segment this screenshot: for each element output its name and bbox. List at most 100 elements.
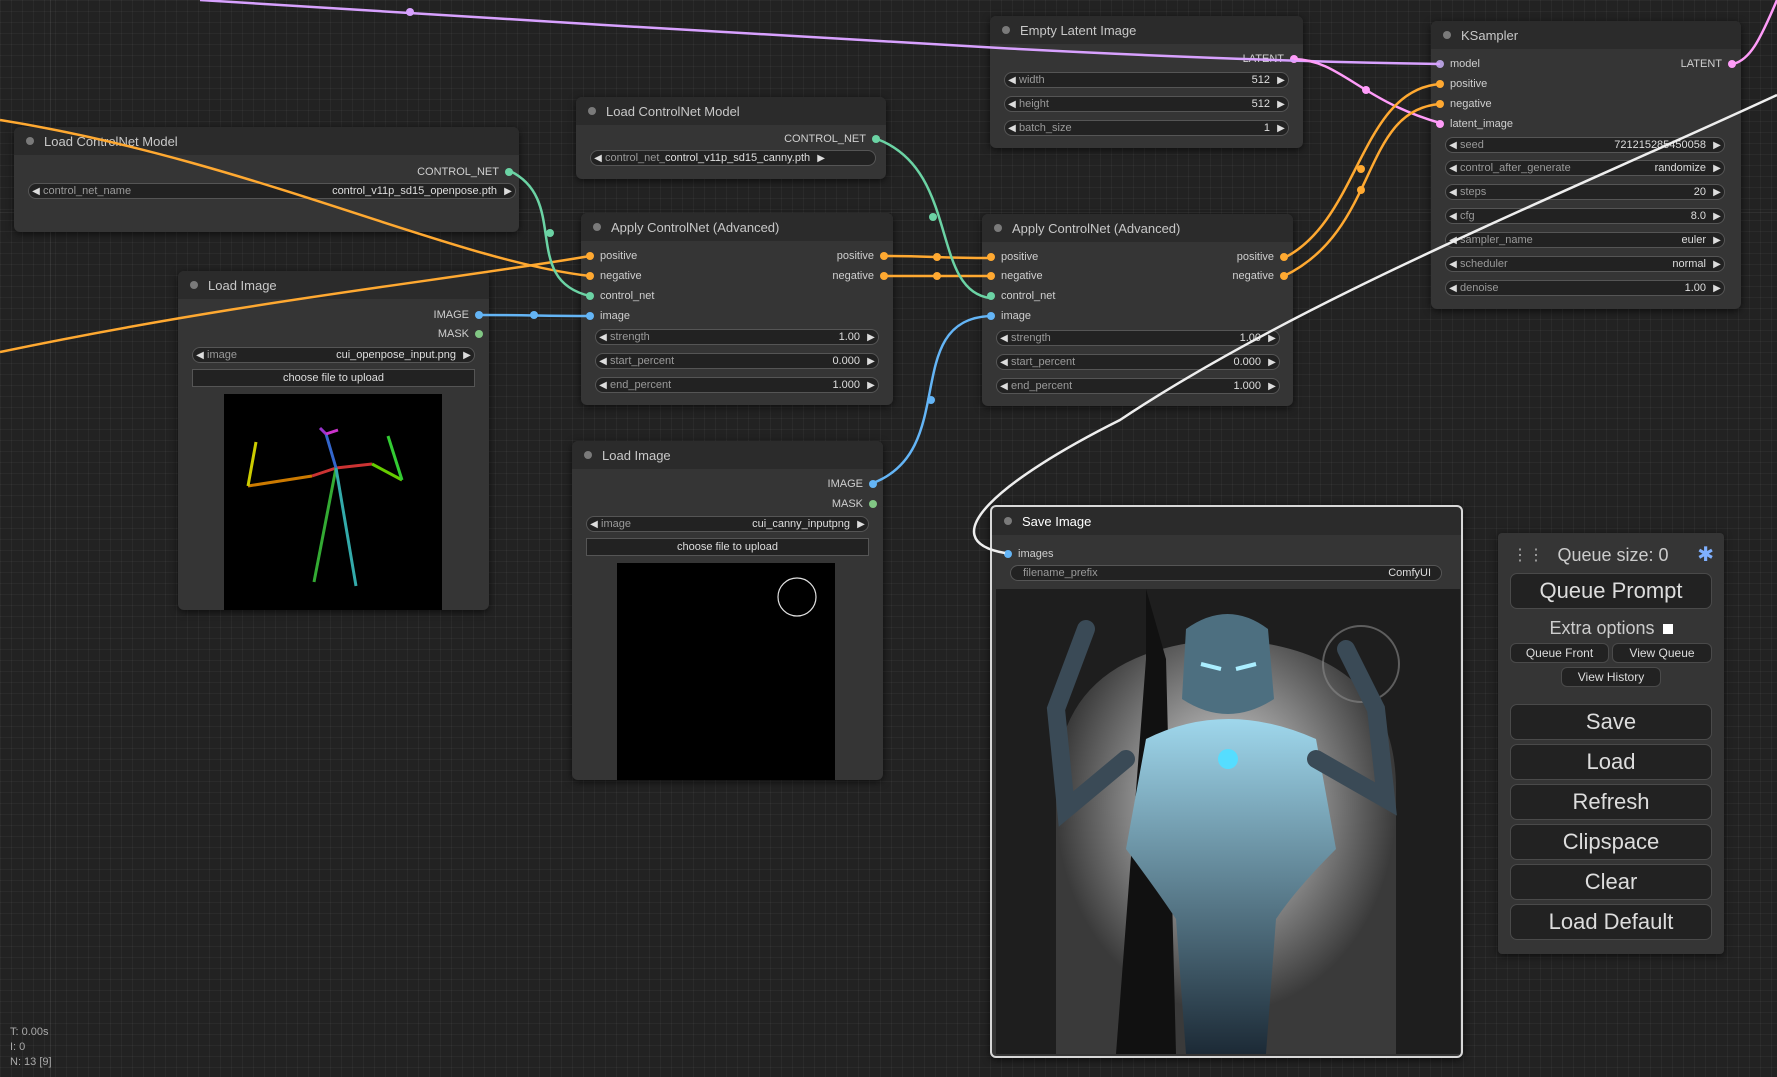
load-default-button[interactable]: Load Default [1510,904,1712,940]
arrow-left-icon[interactable]: ◀ [596,380,610,391]
arrow-right-icon[interactable]: ▶ [1710,283,1724,294]
node-title[interactable]: Load ControlNet Model [576,97,886,125]
node-load-controlnet-canny[interactable]: Load ControlNet Model CONTROL_NET ◀ cont… [576,97,886,179]
control-net-name-combo[interactable]: ◀ control_net_name control_v11p_sd15_ope… [28,183,516,199]
start-percent-slider[interactable]: ◀ start_percent 0.000 ▶ [595,353,879,369]
node-save-image[interactable]: Save Image images filename_prefix ComfyU… [990,505,1463,1058]
settings-gear-icon[interactable]: ✱ [1697,542,1714,567]
control-after-generate-combo[interactable]: ◀ control_after_generate randomize ▶ [1445,160,1725,176]
control-net-name-combo[interactable]: ◀ control_net_name control_v11p_sd15_can… [590,150,876,166]
node-title[interactable]: Apply ControlNet (Advanced) [581,213,893,241]
end-percent-slider[interactable]: ◀ end_percent 1.000 ▶ [996,378,1280,394]
arrow-right-icon[interactable]: ▶ [501,186,515,197]
output-latent[interactable]: LATENT [1681,56,1737,72]
choose-file-button[interactable]: choose file to upload [586,538,869,556]
start-percent-slider[interactable]: ◀ start_percent 0.000 ▶ [996,354,1280,370]
node-title[interactable]: Apply ControlNet (Advanced) [982,214,1293,242]
node-title[interactable]: Load Image [572,441,883,469]
output-image[interactable]: IMAGE [434,307,484,323]
input-positive[interactable]: positive [1436,76,1487,92]
input-positive[interactable]: positive [987,249,1038,265]
seed-field[interactable]: ◀ seed 721215285450058 ▶ [1445,137,1725,153]
output-positive[interactable]: positive [1237,249,1289,265]
collapse-dot-icon[interactable] [994,224,1002,232]
arrow-right-icon[interactable]: ▶ [1265,333,1279,344]
arrow-right-icon[interactable]: ▶ [1710,235,1724,246]
arrow-left-icon[interactable]: ◀ [596,332,610,343]
arrow-left-icon[interactable]: ◀ [1446,211,1460,222]
input-negative[interactable]: negative [586,268,642,284]
arrow-right-icon[interactable]: ▶ [1274,75,1288,86]
output-control-net[interactable]: CONTROL_NET [417,164,513,180]
clipspace-button[interactable]: Clipspace [1510,824,1712,860]
load-button[interactable]: Load [1510,744,1712,780]
node-apply-controlnet-2[interactable]: Apply ControlNet (Advanced) positive neg… [982,214,1293,406]
arrow-left-icon[interactable]: ◀ [1446,163,1460,174]
strength-slider[interactable]: ◀ strength 1.00 ▶ [595,329,879,345]
collapse-dot-icon[interactable] [1004,517,1012,525]
arrow-right-icon[interactable]: ▶ [814,153,828,164]
arrow-right-icon[interactable]: ▶ [1274,123,1288,134]
output-positive[interactable]: positive [837,248,889,264]
input-model[interactable]: model [1436,56,1480,72]
arrow-right-icon[interactable]: ▶ [1710,187,1724,198]
arrow-right-icon[interactable]: ▶ [1710,163,1724,174]
arrow-left-icon[interactable]: ◀ [1005,99,1019,110]
view-history-button[interactable]: View History [1561,667,1661,687]
arrow-left-icon[interactable]: ◀ [997,381,1011,392]
input-negative[interactable]: negative [1436,96,1492,112]
arrow-left-icon[interactable]: ◀ [1005,123,1019,134]
output-latent[interactable]: LATENT [1243,51,1299,67]
output-negative[interactable]: negative [1232,268,1288,284]
node-title[interactable]: Save Image [992,507,1461,535]
collapse-dot-icon[interactable] [1002,26,1010,34]
denoise-slider[interactable]: ◀ denoise 1.00 ▶ [1445,280,1725,296]
arrow-left-icon[interactable]: ◀ [1446,259,1460,270]
arrow-right-icon[interactable]: ▶ [1265,381,1279,392]
scheduler-combo[interactable]: ◀ scheduler normal ▶ [1445,256,1725,272]
input-control-net[interactable]: control_net [586,288,654,304]
arrow-right-icon[interactable]: ▶ [1710,259,1724,270]
arrow-left-icon[interactable]: ◀ [596,356,610,367]
collapse-dot-icon[interactable] [588,107,596,115]
filename-prefix-field[interactable]: filename_prefix ComfyUI [1010,565,1442,581]
arrow-right-icon[interactable]: ▶ [1710,140,1724,151]
batch-size-slider[interactable]: ◀ batch_size 1 ▶ [1004,120,1289,136]
end-percent-slider[interactable]: ◀ end_percent 1.000 ▶ [595,377,879,393]
input-positive[interactable]: positive [586,248,637,264]
input-images[interactable]: images [1004,546,1053,562]
node-load-controlnet-openpose[interactable]: Load ControlNet Model CONTROL_NET ◀ cont… [14,127,519,232]
arrow-right-icon[interactable]: ▶ [1710,211,1724,222]
collapse-dot-icon[interactable] [26,137,34,145]
output-mask[interactable]: MASK [438,326,484,342]
output-mask[interactable]: MASK [832,496,878,512]
arrow-left-icon[interactable]: ◀ [997,333,1011,344]
node-empty-latent-image[interactable]: Empty Latent Image LATENT ◀ width 512 ▶ … [990,16,1303,148]
input-negative[interactable]: negative [987,268,1043,284]
node-title[interactable]: KSampler [1431,21,1741,49]
collapse-dot-icon[interactable] [584,451,592,459]
node-title[interactable]: Empty Latent Image [990,16,1303,44]
arrow-right-icon[interactable]: ▶ [1265,357,1279,368]
arrow-left-icon[interactable]: ◀ [1446,140,1460,151]
collapse-dot-icon[interactable] [1443,31,1451,39]
choose-file-button[interactable]: choose file to upload [192,369,475,387]
collapse-dot-icon[interactable] [190,281,198,289]
collapse-dot-icon[interactable] [593,223,601,231]
node-title[interactable]: Load ControlNet Model [14,127,519,155]
node-ksampler[interactable]: KSampler model positive negative latent_… [1431,21,1741,309]
arrow-left-icon[interactable]: ◀ [193,350,207,361]
node-apply-controlnet-1[interactable]: Apply ControlNet (Advanced) positive neg… [581,213,893,405]
strength-slider[interactable]: ◀ strength 1.00 ▶ [996,330,1280,346]
queue-prompt-button[interactable]: Queue Prompt [1510,573,1712,609]
steps-slider[interactable]: ◀ steps 20 ▶ [1445,184,1725,200]
height-slider[interactable]: ◀ height 512 ▶ [1004,96,1289,112]
input-image[interactable]: image [586,308,630,324]
arrow-left-icon[interactable]: ◀ [1446,235,1460,246]
arrow-right-icon[interactable]: ▶ [854,519,868,530]
image-combo[interactable]: ◀ image cui_openpose_input.png ▶ [192,347,475,363]
input-image[interactable]: image [987,308,1031,324]
arrow-left-icon[interactable]: ◀ [587,519,601,530]
input-latent-image[interactable]: latent_image [1436,116,1513,132]
refresh-button[interactable]: Refresh [1510,784,1712,820]
